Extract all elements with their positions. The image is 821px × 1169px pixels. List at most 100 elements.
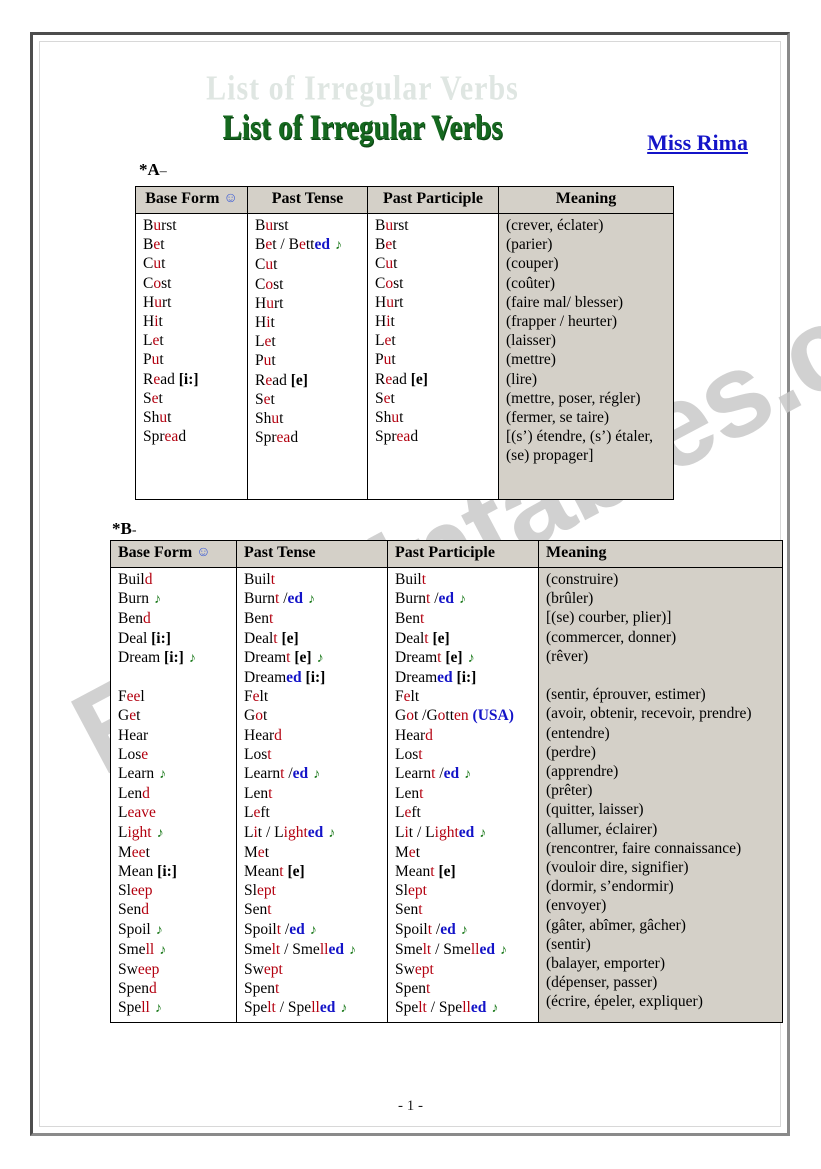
meaning-line: (dormir, s’endormir) [546, 878, 674, 896]
table-b-header-row: Base Form ☺ Past Tense Past Participle Me… [110, 540, 783, 568]
meaning-line: (rencontrer, faire connaissance) [546, 839, 742, 857]
verb-line: Spread [143, 428, 187, 446]
verb-line: Spelt / Spelled ♪ [244, 999, 348, 1017]
verb-line: Read [e] [255, 371, 308, 389]
verb-line: Bet [143, 236, 165, 254]
verb-line: Spoil ♪ [118, 920, 163, 938]
verb-line: Dream [i:] ♪ [118, 648, 196, 666]
verb-line: Sweep [118, 961, 160, 979]
verb-line: Hit [255, 314, 275, 332]
meaning-line: (couper) [506, 255, 559, 273]
verb-line: Shut [375, 409, 404, 427]
verb-line: Learnt /ed ♪ [395, 765, 472, 783]
verb-line: Deal [i:] [118, 629, 171, 647]
verb-line: Burnt /ed ♪ [395, 590, 466, 608]
verb-line: Sent [244, 901, 272, 919]
verb-line: Left [244, 804, 270, 822]
verb-line: Bent [395, 610, 425, 628]
verb-line: Cut [255, 256, 278, 274]
verb-line: Left [395, 804, 421, 822]
base-form-column: Burst Bet Cut Cost Hurt Hit Let Put Read [i:] Set… [135, 213, 248, 500]
verb-line: Spell ♪ [118, 999, 162, 1017]
column-header-past-tense: Past Tense [236, 540, 388, 568]
verb-line: Built [244, 571, 276, 588]
music-note-icon: ♪ [467, 650, 475, 666]
verb-line: Lent [395, 785, 424, 803]
verb-line: Lit / Lighted ♪ [244, 823, 336, 841]
column-header-past-participle: Past Participle [367, 186, 499, 214]
verb-line [375, 446, 498, 465]
music-note-icon: ♪ [328, 825, 336, 841]
verb-line: Sleep [118, 882, 153, 900]
meaning-line: (se) propager] [506, 447, 594, 465]
verb-line: Meant [e] [244, 863, 305, 881]
verb-line: Built [395, 571, 427, 588]
verb-line: Swept [395, 961, 434, 979]
verb-line: Put [255, 352, 276, 370]
verb-line: Learn ♪ [118, 765, 167, 783]
verb-line: Lose [118, 745, 149, 763]
verb-line: Hurt [255, 294, 284, 312]
meaning-line: (faire mal/ blesser) [506, 293, 624, 311]
verb-line: Got [244, 707, 268, 725]
meaning-line: (prêter) [546, 782, 593, 800]
meaning-line: (frapper / heurter) [506, 313, 618, 331]
verb-line: Hear [118, 726, 149, 744]
verb-line: Bent [244, 610, 274, 628]
verb-line: Met [244, 843, 269, 861]
verb-line: Lent [244, 785, 273, 803]
verb-line: Met [395, 843, 420, 861]
verb-line: Set [255, 390, 275, 408]
verb-line: Learnt /ed ♪ [244, 765, 321, 783]
meaning-line: (entendre) [546, 724, 610, 742]
verb-line: Meant [e] [395, 863, 456, 881]
meaning-line: (balayer, emporter) [546, 955, 666, 973]
meaning-line: (rêver) [546, 647, 589, 665]
meaning-line: (perdre) [546, 743, 596, 761]
verb-line: Shut [255, 410, 284, 428]
music-note-icon: ♪ [159, 942, 167, 958]
verb-line: Build [118, 571, 153, 588]
meaning-line: (commercer, donner) [546, 628, 677, 646]
verb-line: Hit [143, 313, 163, 331]
verb-line [143, 446, 247, 465]
verb-line: Spend [118, 980, 157, 998]
music-note-icon: ♪ [348, 942, 356, 958]
verb-line [118, 668, 236, 687]
verb-line: Dreamt [e] ♪ [395, 648, 475, 666]
irregular-verbs-table-b: Base Form ☺ Past Tense Past Participle Me… [110, 540, 783, 1023]
meaning-line: (fermer, se taire) [506, 409, 610, 427]
past-tense-column: Built Burnt /ed ♪ Bent Dealt [e] Dreamt [e] ♪ D… [236, 567, 388, 1023]
music-note-icon: ♪ [155, 922, 163, 938]
verb-line: Heard [395, 726, 433, 744]
meaning-line: (vouloir dire, signifier) [546, 859, 689, 877]
verb-line: Dreamed [i:] [395, 669, 477, 687]
past-tense-column: Burst Bet / Betted ♪ Cut Cost Hurt Hit Let Put Re… [247, 213, 368, 500]
smiley-icon: ☺ [196, 545, 211, 560]
verb-line: Spoilt /ed ♪ [395, 920, 468, 938]
past-participle-column: Burst Bet Cut Cost Hurt Hit Let Put Read [e] Set S… [367, 213, 499, 500]
table-a-header-row: Base Form ☺ Past Tense Past Participle Me… [135, 186, 674, 214]
meaning-line: (quitter, laisser) [546, 801, 644, 819]
meaning-line: (gâter, abîmer, gâcher) [546, 916, 686, 934]
meaning-line: (mettre) [506, 351, 556, 369]
music-note-icon: ♪ [188, 650, 196, 666]
irregular-verbs-table-a: Base Form ☺ Past Tense Past Participle Me… [135, 186, 674, 500]
verb-line: Sent [395, 901, 423, 919]
verb-line: Dealt [e] [244, 629, 299, 647]
base-form-column: Build Burn ♪ Bend Deal [i:] Dream [i:] ♪ Feel G… [110, 567, 237, 1023]
music-note-icon: ♪ [340, 1001, 348, 1017]
music-note-icon: ♪ [154, 1001, 162, 1017]
verb-line: Cut [143, 255, 166, 273]
meaning-line: [(s’) étendre, (s’) étaler, [506, 428, 653, 446]
verb-line: Light ♪ [118, 823, 164, 841]
verb-line: Lit / Lighted ♪ [395, 823, 487, 841]
verb-line [255, 447, 367, 466]
verb-line: Dealt [e] [395, 629, 450, 647]
music-note-icon: ♪ [159, 767, 167, 783]
music-note-icon: ♪ [460, 922, 468, 938]
verb-line: Bet [375, 236, 397, 254]
title-shadow-copy: List of Irregular Verbs [206, 68, 519, 108]
verb-line: Burnt /ed ♪ [244, 590, 315, 608]
verb-line: Lend [118, 785, 150, 803]
